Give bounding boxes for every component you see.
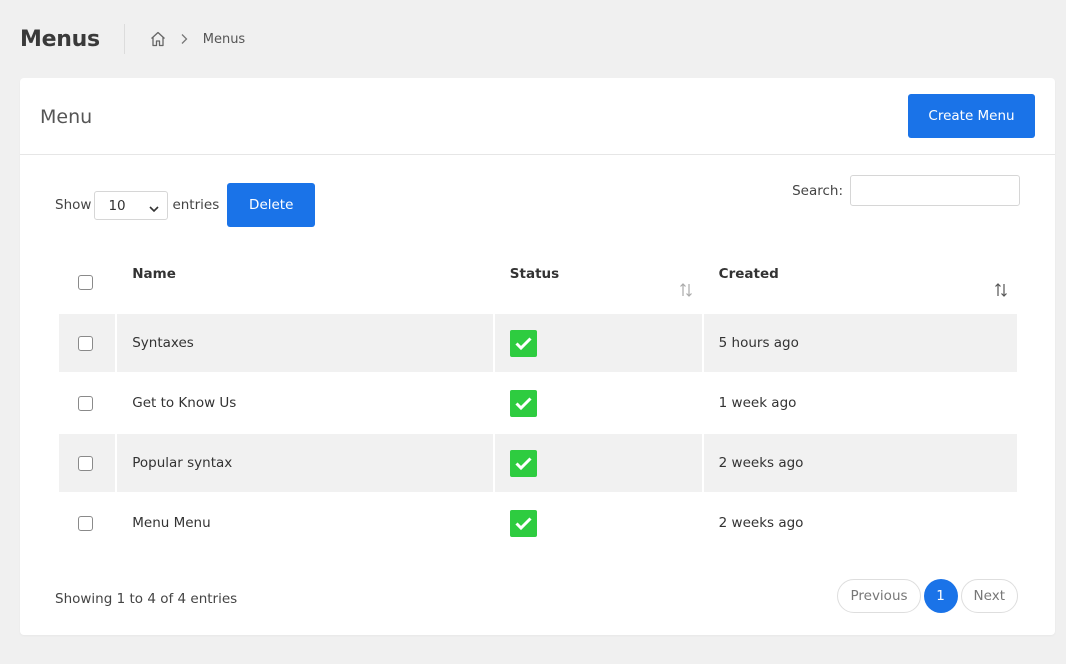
chevron-right-icon bbox=[179, 33, 189, 45]
page-1-button[interactable]: 1 bbox=[923, 579, 958, 613]
row-status-cell bbox=[494, 314, 702, 372]
row-name: Popular syntax bbox=[117, 434, 493, 492]
card-title: Menu bbox=[40, 106, 93, 128]
row-select-cell bbox=[59, 434, 116, 492]
breadcrumb-current: Menus bbox=[202, 31, 246, 47]
search-label: Search: bbox=[792, 182, 843, 199]
row-name: Syntaxes bbox=[117, 314, 493, 372]
row-status-cell bbox=[494, 434, 702, 492]
row-created: 2 weeks ago bbox=[703, 434, 1017, 492]
search-control: Search: bbox=[792, 175, 1020, 206]
row-select-cell bbox=[59, 374, 115, 432]
row-checkbox[interactable] bbox=[78, 335, 93, 351]
row-select-cell bbox=[59, 314, 116, 372]
previous-page-button[interactable]: Previous bbox=[837, 579, 921, 613]
length-control: Show 10 entries Delete bbox=[55, 183, 316, 227]
sort-icon[interactable] bbox=[678, 282, 694, 298]
page-title: Menus bbox=[20, 26, 100, 52]
next-page-button[interactable]: Next bbox=[960, 579, 1018, 613]
row-created: 5 hours ago bbox=[703, 314, 1017, 372]
menus-table: Name Status Created Syntaxes 5 hours ago… bbox=[57, 250, 1019, 554]
select-all-checkbox[interactable] bbox=[78, 274, 93, 290]
table-row: Get to Know Us 1 week ago bbox=[59, 374, 1017, 432]
row-status-cell bbox=[495, 374, 702, 432]
chevron-down-icon bbox=[149, 201, 160, 212]
status-check-icon[interactable] bbox=[509, 449, 537, 477]
delete-button[interactable]: Delete bbox=[227, 183, 316, 227]
row-checkbox[interactable] bbox=[78, 515, 93, 531]
row-created: 2 weeks ago bbox=[718, 515, 804, 531]
card-header: Menu Create Menu bbox=[20, 78, 1055, 155]
status-check-icon[interactable] bbox=[509, 389, 537, 417]
status-check-icon[interactable] bbox=[509, 329, 537, 357]
entries-length-select[interactable]: 10 bbox=[94, 190, 169, 220]
select-all-header bbox=[59, 252, 115, 312]
menu-card: Menu Create Menu Show 10 entries Delete … bbox=[20, 78, 1055, 635]
row-created: 1 week ago bbox=[718, 395, 797, 411]
breadcrumb: Menus bbox=[149, 30, 245, 48]
home-icon[interactable] bbox=[149, 30, 167, 48]
row-checkbox[interactable] bbox=[78, 395, 93, 411]
row-status-cell bbox=[495, 494, 702, 552]
table-row: Popular syntax 2 weeks ago bbox=[59, 434, 1017, 492]
page-header: Menus Menus bbox=[20, 24, 245, 54]
row-select-cell bbox=[59, 494, 115, 552]
header-divider bbox=[123, 24, 125, 54]
entries-length-value: 10 bbox=[108, 197, 126, 214]
status-check-icon[interactable] bbox=[509, 509, 537, 537]
table-info: Showing 1 to 4 of 4 entries bbox=[55, 591, 238, 607]
sort-icon[interactable] bbox=[993, 282, 1009, 298]
entries-label: entries bbox=[172, 197, 220, 213]
column-header-status[interactable]: Status bbox=[495, 252, 702, 312]
row-checkbox[interactable] bbox=[78, 455, 93, 471]
table-header-row: Name Status Created bbox=[59, 252, 1017, 312]
create-menu-button[interactable]: Create Menu bbox=[908, 94, 1035, 138]
search-input[interactable] bbox=[850, 175, 1020, 206]
show-label: Show bbox=[55, 197, 92, 213]
table-row: Syntaxes 5 hours ago bbox=[59, 314, 1017, 372]
column-header-created[interactable]: Created bbox=[704, 252, 1017, 312]
table-row: Menu Menu 2 weeks ago bbox=[59, 494, 1017, 552]
column-header-name[interactable]: Name bbox=[117, 252, 493, 312]
pagination: Previous 1 Next bbox=[837, 579, 1018, 613]
row-name: Get to Know Us bbox=[132, 395, 237, 411]
row-name: Menu Menu bbox=[132, 515, 211, 531]
